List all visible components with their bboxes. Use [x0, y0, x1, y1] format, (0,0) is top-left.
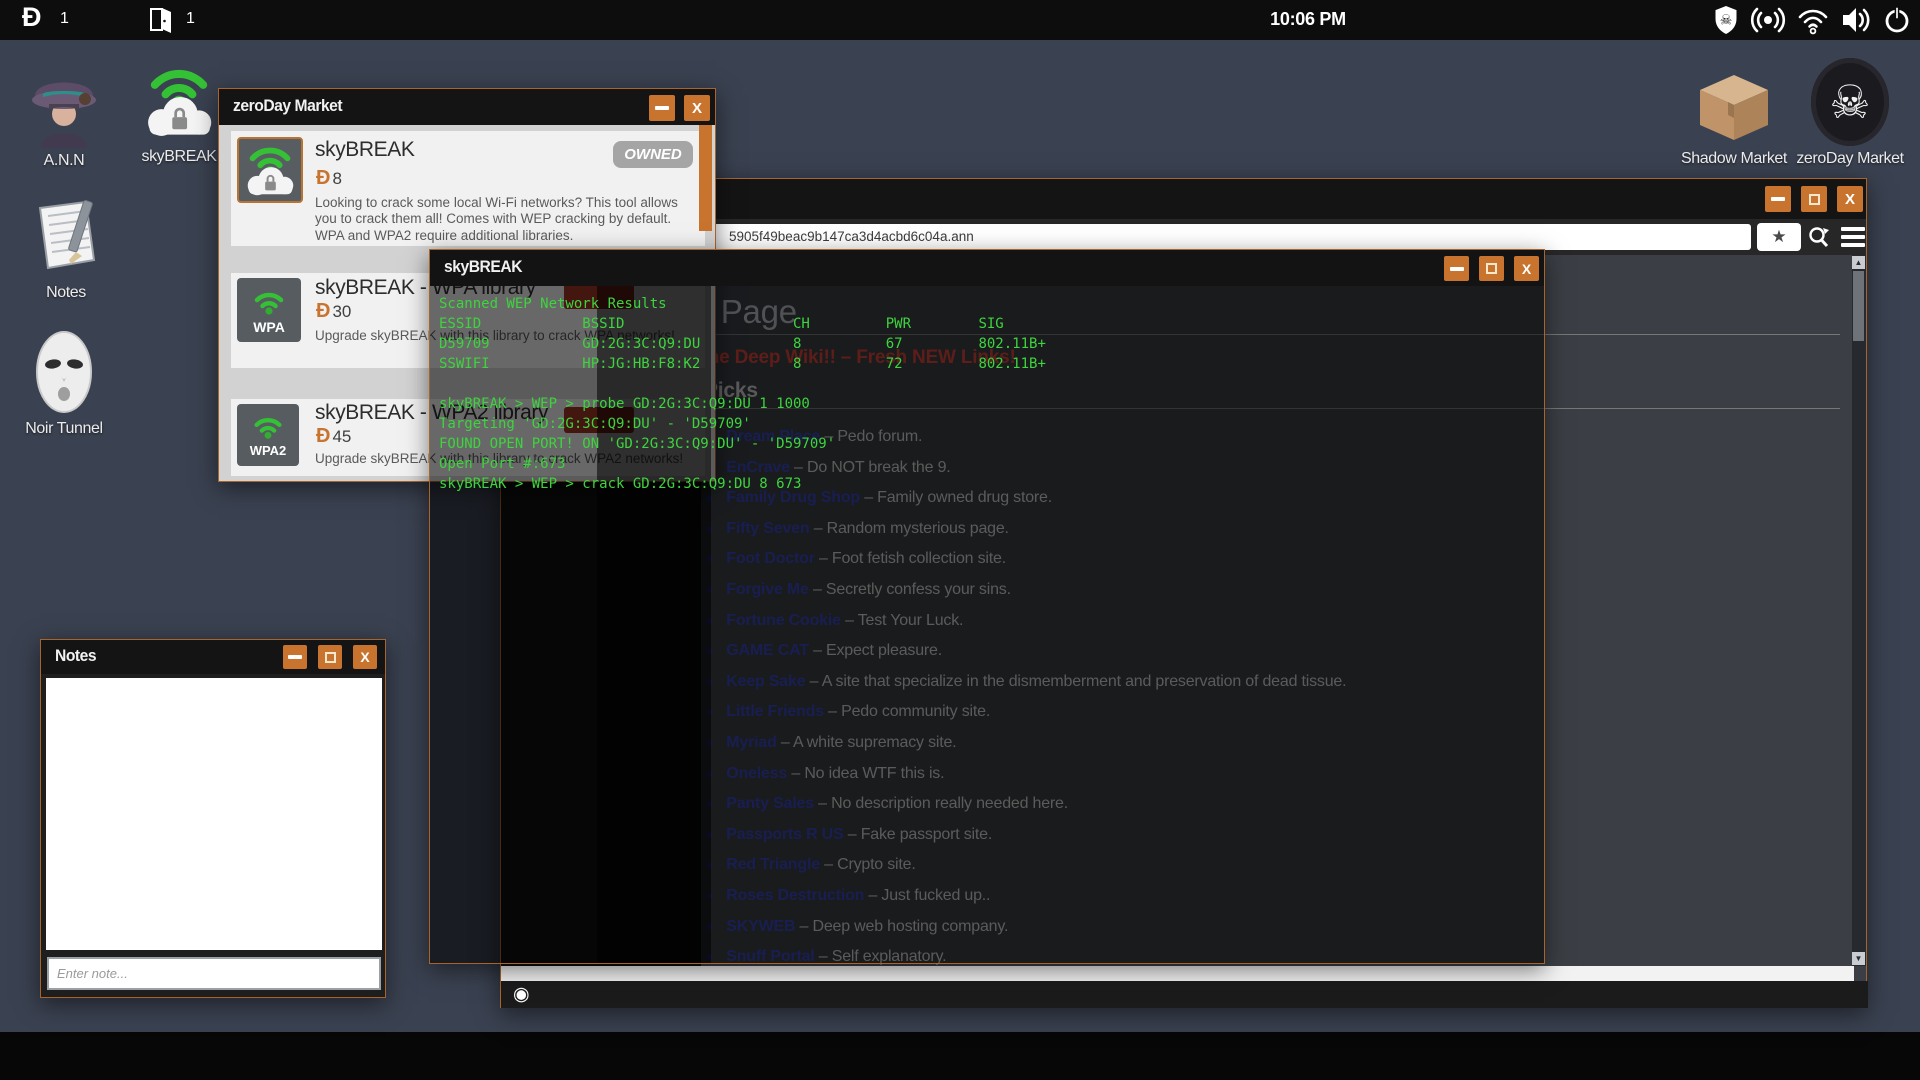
- broadcast-icon[interactable]: [1750, 5, 1786, 35]
- ann-avatar-icon: [8, 64, 120, 148]
- door-count: 1: [186, 10, 195, 27]
- bottom-taskbar: [0, 1032, 1920, 1080]
- item-price: Đ 30: [316, 300, 352, 322]
- wifi-icon[interactable]: [1796, 5, 1830, 35]
- wpa2-library-icon: WPA2: [237, 404, 299, 466]
- close-button[interactable]: X: [353, 645, 377, 669]
- item-name: skyBREAK: [315, 138, 415, 161]
- item-price: Đ8: [316, 167, 342, 189]
- desktop-icon-noir-tunnel[interactable]: Noir Tunnel: [8, 328, 120, 438]
- wpa-library-icon: WPA: [237, 278, 301, 342]
- desktop-icon-label: A.N.N: [43, 152, 85, 169]
- doscoin-icon: Đ: [22, 2, 42, 32]
- notes-list-area: [46, 678, 382, 950]
- cloud-wifi-lock-icon: [237, 137, 303, 203]
- terminal-titlebar[interactable]: skyBREAK X: [430, 250, 1544, 286]
- market-title: zeroDay Market: [233, 96, 343, 115]
- minimize-button[interactable]: [1444, 256, 1469, 281]
- maximize-button[interactable]: [1801, 186, 1827, 212]
- white-mask-icon: [8, 328, 120, 416]
- volume-icon[interactable]: [1840, 5, 1872, 35]
- desktop-icon-label: Shadow Market: [1681, 150, 1787, 167]
- close-button[interactable]: X: [1837, 186, 1863, 212]
- close-button[interactable]: X: [684, 95, 710, 121]
- market-titlebar[interactable]: zeroDay Market X: [219, 89, 715, 125]
- door-icon: [148, 6, 176, 34]
- market-item-skybreak[interactable]: skyBREAK Đ8 Looking to crack some local …: [231, 131, 705, 246]
- maximize-button[interactable]: [318, 645, 342, 669]
- note-input[interactable]: [47, 957, 381, 990]
- power-icon[interactable]: [1882, 5, 1912, 35]
- notes-window: Notes X: [40, 639, 386, 998]
- cardboard-box-icon: [1678, 62, 1790, 146]
- vertical-scrollbar[interactable]: ▲ ▼: [1852, 255, 1866, 966]
- icon-label: WPA: [253, 319, 285, 335]
- horizontal-scrollbar[interactable]: [501, 966, 1854, 981]
- currency-icon: Đ: [316, 425, 331, 447]
- scroll-down-icon[interactable]: ▼: [1852, 952, 1865, 965]
- notes-title: Notes: [55, 646, 97, 665]
- close-button[interactable]: X: [1514, 256, 1539, 281]
- minimize-button[interactable]: [283, 645, 307, 669]
- clock: 10:06 PM: [1270, 9, 1346, 29]
- notes-titlebar[interactable]: Notes X: [41, 640, 385, 674]
- notepad-pen-icon: [10, 196, 122, 280]
- url-text: 5905f49beac9b147ca3d4acbd6c04a.ann: [729, 229, 974, 244]
- desktop-icon-label: Noir Tunnel: [25, 420, 103, 437]
- browser-bottom-bar: ◉: [501, 981, 1868, 1008]
- icon-label: WPA2: [249, 443, 287, 458]
- svg-text:☠: ☠: [1720, 12, 1733, 28]
- owned-badge: OWNED: [613, 141, 693, 168]
- menu-hamburger-icon[interactable]: [1841, 227, 1865, 247]
- item-description: Looking to crack some local Wi-Fi networ…: [315, 195, 678, 243]
- desktop-icon-shadow-market[interactable]: Shadow Market: [1678, 62, 1790, 168]
- terminal-body[interactable]: Scanned WEP Network Results ESSID BSSID …: [430, 286, 1544, 963]
- scroll-up-icon[interactable]: ▲: [1852, 256, 1865, 269]
- desktop-icon-zeroday-market[interactable]: ☠ zeroDay Market: [1794, 52, 1906, 168]
- record-icon[interactable]: ◉: [513, 983, 530, 1006]
- doscoin-count: 1: [60, 10, 69, 27]
- scrollbar-thumb[interactable]: [1853, 271, 1864, 341]
- desktop-icon-label: Notes: [46, 284, 86, 301]
- item-price: Đ 45: [316, 425, 352, 447]
- top-status-bar: Đ 1 1 10:06 PM ☠: [0, 0, 1920, 40]
- desktop-icon-notes[interactable]: Notes: [10, 196, 122, 302]
- minimize-button[interactable]: [1765, 186, 1791, 212]
- market-scrollbar-thumb[interactable]: [699, 125, 712, 231]
- search-magnifier-icon[interactable]: [1806, 225, 1832, 249]
- game-desktop: Đ 1 1 10:06 PM ☠ A.N.N skyBREAK Notes No…: [0, 0, 1920, 1080]
- skybreak-terminal-window: skyBREAK X Scanned WEP Network Results E…: [429, 249, 1545, 964]
- desktop-icon-ann[interactable]: A.N.N: [8, 64, 120, 170]
- currency-icon: Đ: [316, 167, 331, 189]
- skull-icon: ☠: [1794, 52, 1906, 146]
- minimize-button[interactable]: [649, 95, 675, 121]
- terminal-output: Scanned WEP Network Results ESSID BSSID …: [439, 296, 1046, 492]
- currency-icon: Đ: [316, 300, 331, 322]
- maximize-button[interactable]: [1479, 256, 1504, 281]
- desktop-icon-label: zeroDay Market: [1796, 150, 1904, 167]
- bookmark-star-icon[interactable]: ★: [1757, 223, 1801, 251]
- antivirus-shield-icon[interactable]: ☠: [1712, 4, 1740, 36]
- terminal-title: skyBREAK: [444, 257, 523, 276]
